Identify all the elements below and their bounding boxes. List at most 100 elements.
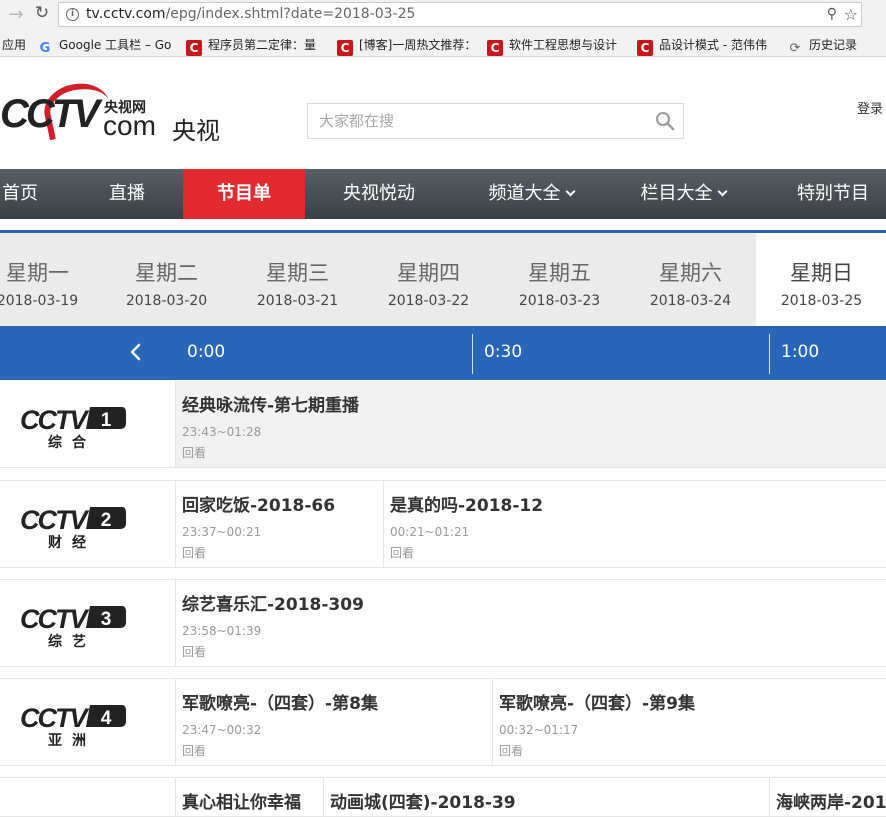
replay-link[interactable]: 回看 bbox=[182, 544, 383, 561]
channel-logo[interactable]: CCTV 4 亚洲 bbox=[0, 679, 176, 765]
csdn-c-icon: C bbox=[487, 40, 503, 56]
channel-number: 1 bbox=[101, 410, 112, 431]
program-time: 23:58~01:39 bbox=[182, 624, 262, 638]
program-title: 军歌嘹亮-（四套）-第8集 bbox=[182, 694, 378, 714]
url-text[interactable]: tv.cctv.com/epg/index.shtml?date=2018-03… bbox=[86, 6, 415, 22]
day-date: 2018-03-19 bbox=[0, 293, 79, 309]
nav-yuedong[interactable]: 央视悦动 bbox=[330, 169, 428, 219]
csdn-c-icon: C bbox=[637, 40, 653, 56]
program-title: 动画城(四套)-2018-39 bbox=[330, 793, 516, 813]
bookmark-google-toolbar[interactable]: G Google 工具栏 – Go bbox=[37, 36, 173, 56]
program-cell[interactable]: 军歌嘹亮-（四套）-第9集 00:32~01:17 回看 bbox=[492, 679, 886, 765]
nav-schedule[interactable]: 节目单 bbox=[183, 169, 305, 219]
program-title: 真心相让你幸福 bbox=[182, 793, 301, 813]
reload-icon[interactable]: ↻ bbox=[32, 3, 52, 23]
bookmark-star-icon[interactable]: ☆ bbox=[844, 5, 858, 24]
google-toolbar-icon: G bbox=[39, 41, 51, 56]
bookmark-label: 品设计模式 - 范伟伟 bbox=[659, 38, 767, 52]
address-bar[interactable]: i tv.cctv.com/epg/index.shtml?date=2018-… bbox=[58, 2, 862, 27]
program-cell[interactable]: 动画城(四套)-2018-39 bbox=[323, 778, 769, 816]
day-tab-sun[interactable]: 星期日 2018-03-25 bbox=[756, 233, 886, 326]
nav-channels[interactable]: 频道大全 bbox=[476, 169, 586, 219]
channel-logo[interactable]: CCTV 3 综艺 bbox=[0, 580, 176, 666]
day-tabs: 星期一 2018-03-19 星期二 2018-03-20 星期三 2018-0… bbox=[0, 233, 886, 326]
logo-cn-big: 央视 bbox=[172, 117, 220, 145]
nav-home[interactable]: 首页 bbox=[0, 169, 40, 219]
program-title: 综艺喜乐汇-2018-309 bbox=[182, 595, 364, 615]
day-tab-fri[interactable]: 星期五 2018-03-23 bbox=[494, 233, 625, 326]
replay-link[interactable]: 回看 bbox=[499, 742, 886, 759]
program-time: 00:21~01:21 bbox=[390, 525, 470, 539]
zoom-icon[interactable]: ⚲ bbox=[827, 6, 837, 22]
program-time: 23:37~00:21 bbox=[182, 525, 262, 539]
channel-row: 真心相让你幸福 动画城(四套)-2018-39 海峡两岸-2018 bbox=[0, 777, 886, 817]
csdn-c-icon: C bbox=[337, 40, 353, 56]
nav-label: 频道大全 bbox=[488, 183, 561, 204]
nav-special[interactable]: 特别节目 bbox=[780, 169, 886, 219]
bookmark-history[interactable]: ⟳ 历史记录 bbox=[787, 36, 857, 56]
nav-label: 央视悦动 bbox=[343, 183, 415, 204]
search-input[interactable] bbox=[308, 104, 648, 138]
day-tab-thu[interactable]: 星期四 2018-03-22 bbox=[363, 233, 494, 326]
replay-link[interactable]: 回看 bbox=[182, 444, 886, 461]
channel-name: 亚洲 bbox=[48, 733, 96, 747]
day-tab-sat[interactable]: 星期六 2018-03-24 bbox=[625, 233, 756, 326]
program-cell[interactable]: 综艺喜乐汇-2018-309 23:58~01:39 回看 bbox=[175, 580, 886, 666]
cctv-logo[interactable]: CCTV 央视网 com 央视 bbox=[0, 77, 240, 148]
browser-toolbar: → ↻ i tv.cctv.com/epg/index.shtml?date=2… bbox=[0, 0, 886, 30]
program-cell[interactable]: 军歌嘹亮-（四套）-第8集 23:47~00:32 回看 bbox=[175, 679, 492, 765]
day-date: 2018-03-24 bbox=[649, 293, 732, 309]
search-icon[interactable] bbox=[655, 111, 675, 131]
timeline-bar: 0:00 0:30 1:00 bbox=[0, 326, 886, 380]
program-cell[interactable]: 真心相让你幸福 bbox=[175, 778, 323, 816]
svg-text:CCTV: CCTV bbox=[20, 703, 89, 733]
program-time: 23:47~00:32 bbox=[182, 723, 262, 737]
info-icon[interactable]: i bbox=[66, 8, 79, 21]
cctv-channel-logo-icon: CCTV 3 综艺 bbox=[20, 604, 126, 648]
svg-text:CCTV: CCTV bbox=[20, 604, 89, 634]
back-arrow-icon[interactable]: → bbox=[6, 4, 26, 25]
bookmark-label: 程序员第二定律：量 bbox=[208, 38, 317, 52]
replay-link[interactable]: 回看 bbox=[182, 742, 492, 759]
nav-columns[interactable]: 栏目大全 bbox=[628, 169, 738, 219]
program-title: 回家吃饭-2018-66 bbox=[182, 496, 336, 516]
day-date: 2018-03-20 bbox=[125, 293, 208, 309]
day-tab-wed[interactable]: 星期三 2018-03-21 bbox=[232, 233, 363, 326]
day-date: 2018-03-25 bbox=[780, 293, 863, 309]
bookmark-csdn-2[interactable]: C [博客]一周热文推荐： bbox=[337, 36, 473, 56]
nav-label: 特别节目 bbox=[797, 183, 869, 204]
channel-logo[interactable] bbox=[0, 778, 176, 816]
channel-logo[interactable]: CCTV 2 财经 bbox=[0, 481, 176, 567]
bookmark-csdn-4[interactable]: C 品设计模式 - 范伟伟 bbox=[637, 36, 774, 56]
bookmark-apps[interactable]: 应用 bbox=[2, 36, 26, 53]
search-box bbox=[307, 103, 684, 139]
day-date: 2018-03-22 bbox=[387, 293, 470, 309]
channel-number: 3 bbox=[101, 609, 112, 630]
time-label: 0:30 bbox=[484, 342, 523, 362]
channel-name: 财经 bbox=[47, 534, 96, 549]
bookmark-csdn-3[interactable]: C 软件工程思想与设计 bbox=[487, 36, 624, 56]
nav-live[interactable]: 直播 bbox=[92, 169, 162, 219]
login-link[interactable]: 登录 bbox=[857, 98, 883, 117]
csdn-c-icon: C bbox=[186, 40, 202, 56]
chevron-down-icon bbox=[717, 186, 727, 197]
replay-link[interactable]: 回看 bbox=[390, 544, 886, 561]
day-name: 星期二 bbox=[135, 261, 198, 285]
chevron-left-icon[interactable] bbox=[126, 342, 146, 362]
program-cell[interactable]: 是真的吗-2018-12 00:21~01:21 回看 bbox=[383, 481, 886, 567]
program-title: 经典咏流传-第七期重播 bbox=[182, 396, 360, 416]
cctv-channel-logo-icon: CCTV 2 财经 bbox=[20, 505, 126, 549]
channel-name: 综合 bbox=[48, 434, 96, 449]
program-cell[interactable]: 回家吃饭-2018-66 23:37~00:21 回看 bbox=[175, 481, 383, 567]
day-name: 星期四 bbox=[397, 261, 460, 285]
replay-link[interactable]: 回看 bbox=[182, 643, 886, 660]
program-cell[interactable]: 经典咏流传-第七期重播 23:43~01:28 回看 bbox=[175, 381, 886, 467]
timeline-tick bbox=[472, 334, 473, 374]
cctv-channel-logo-icon: CCTV 1 综合 bbox=[20, 405, 126, 449]
program-time: 23:43~01:28 bbox=[182, 425, 262, 439]
channel-logo[interactable]: CCTV 1 综合 bbox=[0, 381, 176, 467]
program-cell[interactable]: 海峡两岸-2018 bbox=[769, 778, 886, 816]
day-tab-mon[interactable]: 星期一 2018-03-19 bbox=[0, 233, 103, 326]
bookmark-csdn-1[interactable]: C 程序员第二定律：量 bbox=[186, 36, 323, 56]
day-tab-tue[interactable]: 星期二 2018-03-20 bbox=[101, 233, 232, 326]
